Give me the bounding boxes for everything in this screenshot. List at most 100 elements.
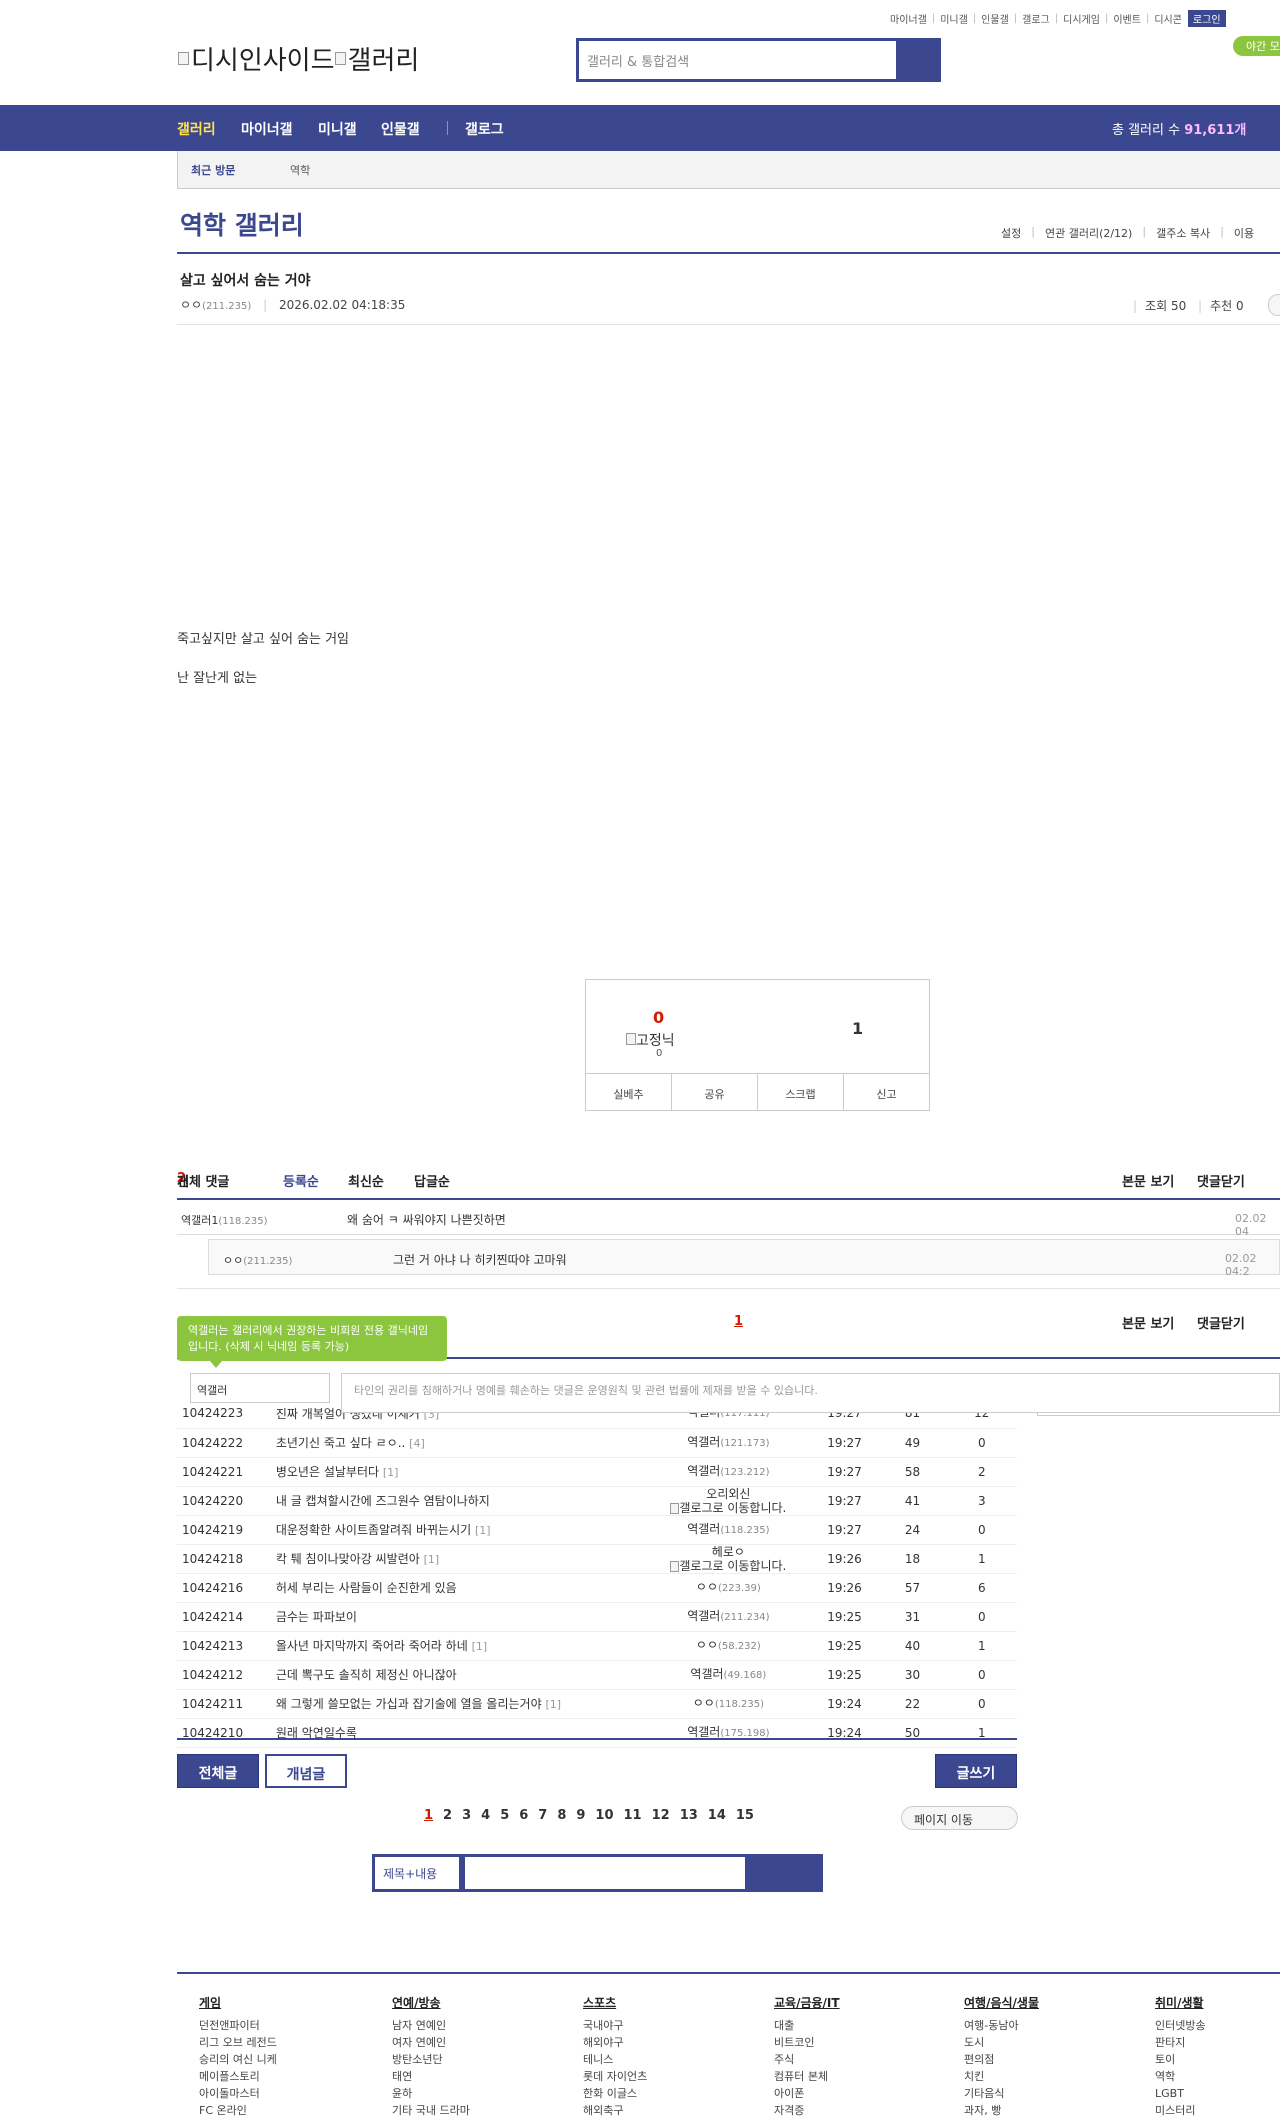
page-2[interactable]: 2: [443, 1808, 452, 1823]
footer-link[interactable]: 판타지: [1155, 2034, 1206, 2051]
footer-link[interactable]: 방탄소년단: [392, 2051, 470, 2068]
sort-replies[interactable]: 답글순: [414, 1171, 450, 1190]
footer-link[interactable]: 컴퓨터 본체: [774, 2068, 840, 2085]
upvote-count[interactable]: 0: [653, 1008, 664, 1027]
footer-link[interactable]: 인터넷방송: [1155, 2017, 1206, 2034]
list-search-input[interactable]: [465, 1857, 745, 1889]
footer-link[interactable]: 여자 연예인: [392, 2034, 470, 2051]
related-galleries[interactable]: 연관 갤러리(2/12): [1045, 225, 1132, 241]
gallery-settings[interactable]: 설정: [1001, 225, 1021, 241]
footer-link[interactable]: 기타음식: [964, 2085, 1039, 2102]
article-row[interactable]: 10424210 원래 악연일수록 역갤러(175.198) 19:24 50 1: [177, 1718, 1017, 1748]
comment-nick[interactable]: 역갤러1(118.235): [181, 1212, 268, 1228]
footer-link[interactable]: 주식: [774, 2051, 840, 2068]
share-button[interactable]: 공유: [672, 1074, 758, 1111]
page-4[interactable]: 4: [481, 1808, 490, 1823]
comment-page-1[interactable]: 1: [734, 1314, 743, 1329]
footer-category[interactable]: 교육/금융/IT: [774, 1995, 840, 2012]
page-10[interactable]: 10: [595, 1808, 613, 1823]
footer-category[interactable]: 취미/생활: [1155, 1995, 1206, 2012]
post-option-button[interactable]: [1268, 294, 1280, 316]
article-writer[interactable]: ㅇㅇ: [696, 1580, 718, 1594]
footer-link[interactable]: 대출: [774, 2017, 840, 2034]
article-writer[interactable]: 역갤러: [687, 1725, 720, 1739]
footer-link[interactable]: 국내야구: [583, 2017, 647, 2034]
view-body-2[interactable]: 본문 보기: [1122, 1313, 1174, 1332]
article-title[interactable]: 초년기신 죽고 싶다 ㄹㅇ..: [276, 1436, 405, 1450]
comment-nick-input[interactable]: 역갤러: [190, 1373, 330, 1403]
top-link-person[interactable]: 인물갤: [981, 11, 1009, 26]
article-writer[interactable]: 역갤러: [687, 1609, 720, 1623]
footer-link[interactable]: 치킨: [964, 2068, 1039, 2085]
footer-link[interactable]: 리그 오브 레전드: [199, 2034, 277, 2051]
article-row[interactable]: 10424219 대운정확한 사이트좀알려줘 바뀌는시기 [1] 역갤러(118.2…: [177, 1515, 1017, 1545]
page-14[interactable]: 14: [708, 1808, 726, 1823]
article-row[interactable]: 10424211 왜 그렇게 쓸모없는 가십과 잡기술에 열을 올리는거야 [1]…: [177, 1689, 1017, 1719]
reply-nick[interactable]: ㅇㅇ(211.235): [223, 1252, 292, 1268]
footer-link[interactable]: 역학: [1155, 2068, 1206, 2085]
page-15[interactable]: 15: [736, 1808, 754, 1823]
article-reply-count[interactable]: [1]: [545, 1698, 561, 1711]
article-writer[interactable]: ㅇㅇ: [693, 1696, 715, 1710]
concept-posts-button[interactable]: 개념글: [265, 1754, 347, 1788]
article-row[interactable]: 10424221 병오년은 설날부터다 [1] 역갤러(123.212) 19:27 5…: [177, 1457, 1017, 1487]
article-row[interactable]: 10424220 내 글 캡쳐할시간에 즈그원수 염탐이나하지 오리외신 갤로그로 …: [177, 1486, 1017, 1516]
article-writer[interactable]: 역갤러: [687, 1522, 720, 1536]
top-link-minor[interactable]: 마이너갤: [890, 11, 927, 26]
close-comments-2[interactable]: 댓글닫기: [1197, 1313, 1245, 1332]
search-button[interactable]: [896, 41, 938, 79]
article-writer[interactable]: 역갤러: [687, 1435, 720, 1449]
gallog-icon[interactable]: 갤로그로 이동합니다.: [670, 1559, 786, 1572]
footer-link[interactable]: 토이: [1155, 2051, 1206, 2068]
page-11[interactable]: 11: [624, 1808, 642, 1823]
article-writer[interactable]: ㅇㅇ: [696, 1638, 718, 1652]
footer-link[interactable]: 아이폰: [774, 2085, 840, 2102]
footer-link[interactable]: 남자 연예인: [392, 2017, 470, 2034]
article-reply-count[interactable]: [1]: [472, 1640, 488, 1653]
copy-address[interactable]: 갤주소 복사: [1156, 225, 1210, 241]
comment-textarea[interactable]: 타인의 권리를 침해하거나 명예를 훼손하는 댓글은 운영원칙 및 관련 법률에…: [341, 1373, 1280, 1413]
footer-link[interactable]: 기타 국내 드라마: [392, 2102, 470, 2119]
page-move-button[interactable]: 페이지 이동: [901, 1806, 1018, 1830]
footer-link[interactable]: 승리의 여신 니케: [199, 2051, 277, 2068]
gallery-usage[interactable]: 이용: [1234, 225, 1254, 241]
post-author[interactable]: ㅇㅇ: [180, 298, 202, 312]
article-title[interactable]: 금수는 파파보이: [276, 1610, 357, 1624]
search-input[interactable]: 갤러리 & 통합검색: [579, 41, 896, 79]
page-5[interactable]: 5: [500, 1808, 509, 1823]
best-recommend-button[interactable]: 실베추: [586, 1074, 672, 1111]
footer-link[interactable]: 메이플스토리: [199, 2068, 277, 2085]
write-button[interactable]: 글쓰기: [935, 1754, 1017, 1788]
article-reply-count[interactable]: [1]: [424, 1553, 440, 1566]
footer-link[interactable]: FC 온라인: [199, 2102, 277, 2119]
page-3[interactable]: 3: [462, 1808, 471, 1823]
article-title[interactable]: 허세 부리는 사람들이 순진한게 있음: [276, 1581, 457, 1595]
article-title[interactable]: 근데 뽁구도 솔직히 제정신 아니잖아: [276, 1668, 457, 1682]
nav-mini[interactable]: 미니갤: [318, 119, 357, 139]
footer-link[interactable]: 미스터리: [1155, 2102, 1206, 2119]
article-row[interactable]: 10424222 초년기신 죽고 싶다 ㄹㅇ.. [4] 역갤러(121.173) 1…: [177, 1428, 1017, 1458]
footer-category[interactable]: 게임: [199, 1995, 277, 2012]
article-row[interactable]: 10424213 올사년 마지막까지 죽어라 죽어라 하네 [1] ㅇㅇ(58.23…: [177, 1631, 1017, 1661]
downvote-count[interactable]: 1: [852, 1019, 863, 1038]
article-title[interactable]: 칵 퉤 침이나맞아강 씨발련아: [276, 1552, 420, 1566]
article-writer[interactable]: 헤로ㅇ: [646, 1545, 810, 1559]
footer-link[interactable]: 편의점: [964, 2051, 1039, 2068]
article-writer[interactable]: 역갤러: [687, 1464, 720, 1478]
article-title[interactable]: 왜 그렇게 쓸모없는 가십과 잡기술에 열을 올리는거야: [276, 1697, 542, 1711]
report-button[interactable]: 신고: [844, 1074, 929, 1111]
footer-link[interactable]: 도시: [964, 2034, 1039, 2051]
article-row[interactable]: 10424214 금수는 파파보이 역갤러(211.234) 19:25 31 0: [177, 1602, 1017, 1632]
footer-link[interactable]: 윤하: [392, 2085, 470, 2102]
recent-item[interactable]: 역학: [290, 162, 310, 178]
page-12[interactable]: 12: [652, 1808, 670, 1823]
footer-link[interactable]: 해외축구: [583, 2102, 647, 2119]
top-link-dccon[interactable]: 디시콘: [1154, 11, 1182, 26]
page-1[interactable]: 1: [424, 1808, 433, 1823]
article-reply-count[interactable]: [1]: [383, 1466, 399, 1479]
gallery-title[interactable]: 역학 갤러리: [180, 206, 304, 242]
close-comments[interactable]: 댓글닫기: [1197, 1171, 1245, 1190]
scrap-button[interactable]: 스크랩: [758, 1074, 844, 1111]
view-body[interactable]: 본문 보기: [1122, 1171, 1174, 1190]
all-posts-button[interactable]: 전체글: [177, 1754, 259, 1788]
